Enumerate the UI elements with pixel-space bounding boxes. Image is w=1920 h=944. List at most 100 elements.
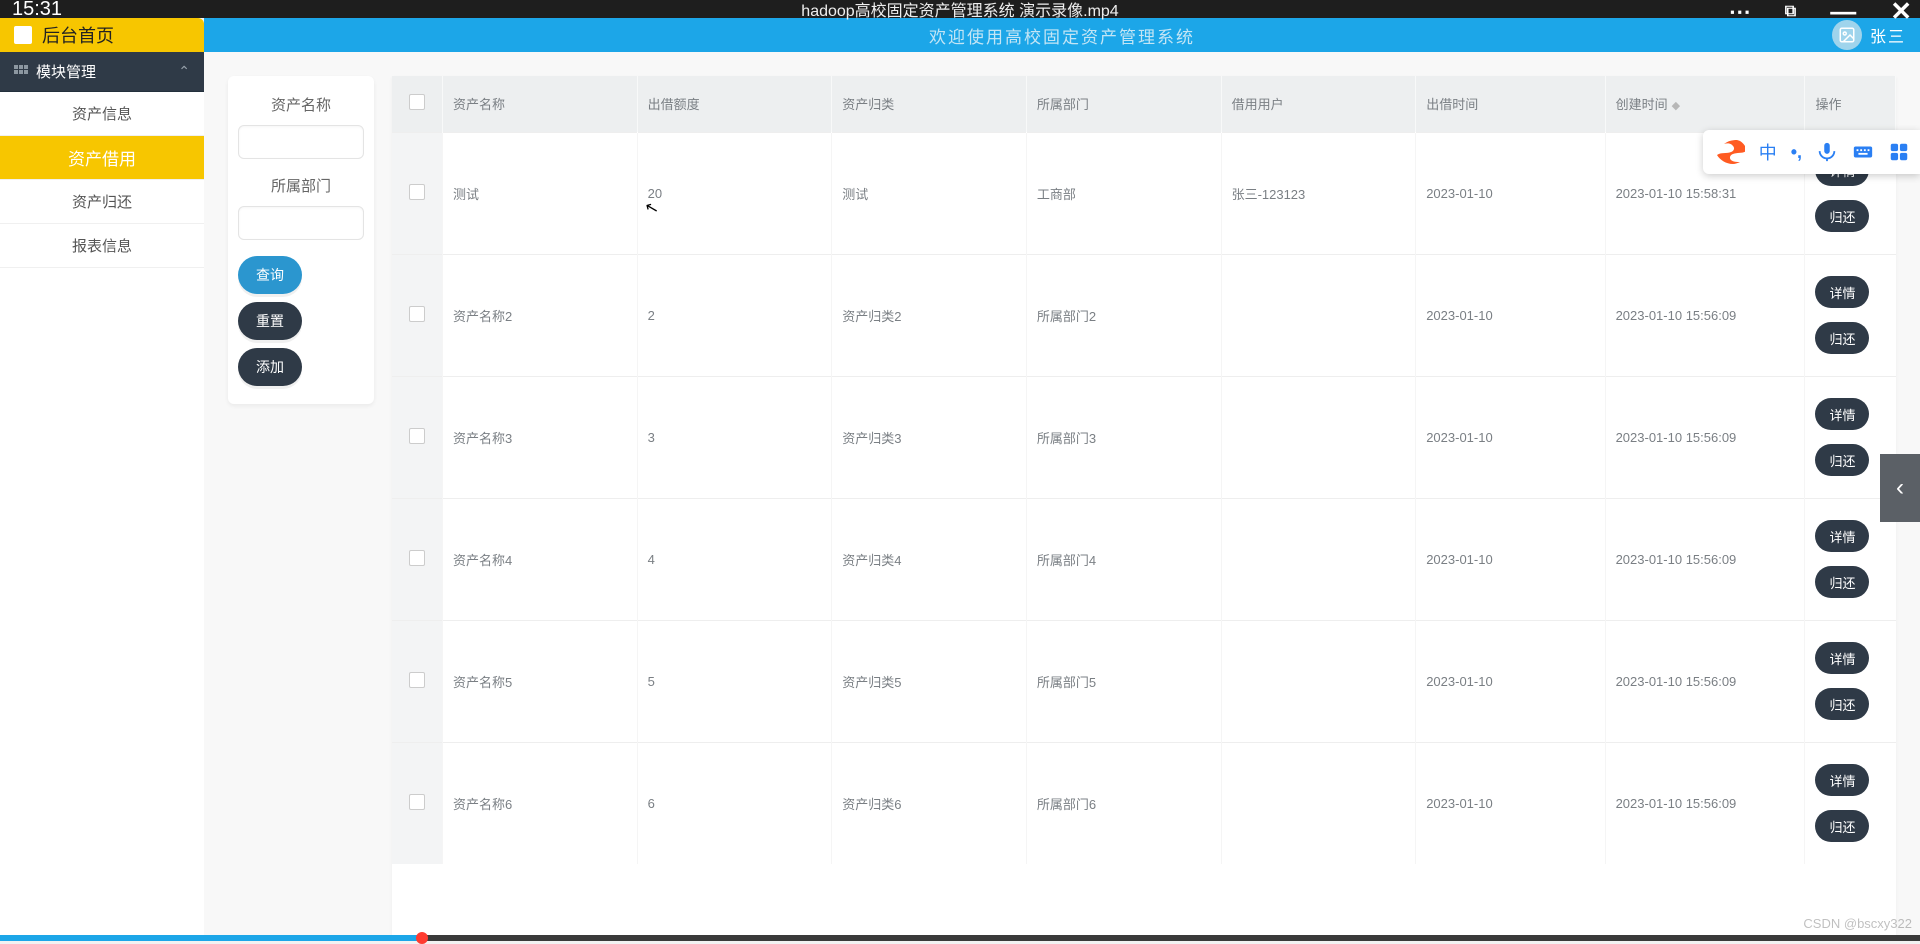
add-button[interactable]: 添加 [238,348,302,386]
cell-lend: 2023-01-10 [1416,620,1605,742]
cell-name: 资产名称6 [443,742,638,864]
cell-created: 2023-01-10 15:56:09 [1605,620,1805,742]
col-checkbox[interactable] [392,76,443,132]
cell-user [1221,376,1416,498]
watermark: CSDN @bscxy322 [1803,916,1912,931]
col-name[interactable]: 资产名称 [443,76,638,132]
return-button[interactable]: 归还 [1815,322,1869,354]
cell-created: 2023-01-10 15:56:09 [1605,742,1805,864]
cell-lend: 2023-01-10 [1416,254,1605,376]
cell-lend: 2023-01-10 [1416,498,1605,620]
cell-cat: 测试 [832,132,1027,254]
cell-dept: 所属部门3 [1026,376,1221,498]
sidebar-group-header[interactable]: 模块管理 ⌃ [0,52,204,92]
row-checkbox[interactable] [409,550,425,566]
col-dept[interactable]: 所属部门 [1026,76,1221,132]
sidebar-item-asset-return[interactable]: 资产归还 [0,180,204,224]
col-amount[interactable]: 出借额度 [637,76,832,132]
cell-created: 2023-01-10 15:56:09 [1605,254,1805,376]
sort-icon: ◆ [1672,100,1680,112]
side-drawer-handle[interactable]: ‹ [1880,454,1920,522]
home-tab-label: 后台首页 [42,22,114,48]
cell-cat: 资产归类3 [832,376,1027,498]
cell-dept: 工商部 [1026,132,1221,254]
cell-amount: 3 [637,376,832,498]
ime-toolbar[interactable]: 中 •, [1703,130,1920,174]
col-category[interactable]: 资产归类 [832,76,1027,132]
chevron-up-icon: ⌃ [178,63,190,80]
microphone-icon[interactable] [1816,141,1838,163]
sidebar-item-asset-borrow[interactable]: 资产借用 [0,136,204,180]
cell-dept: 所属部门5 [1026,620,1221,742]
app-frame: 后台首页 欢迎使用高校固定资产管理系统 张三 模块管理 ⌃ 资产信息 资产借用 … [0,18,1920,935]
cell-created: 2023-01-10 15:56:09 [1605,498,1805,620]
return-button[interactable]: 归还 [1815,810,1869,842]
row-checkbox[interactable] [409,428,425,444]
col-lend-time[interactable]: 出借时间 [1416,76,1605,132]
cell-dept: 所属部门2 [1026,254,1221,376]
cell-created: 2023-01-10 15:56:09 [1605,376,1805,498]
detail-button[interactable]: 详情 [1815,764,1869,796]
cell-amount: 2 [637,254,832,376]
return-button[interactable]: 归还 [1815,444,1869,476]
close-icon[interactable]: ✕ [1890,0,1912,27]
more-icon[interactable]: ⋯ [1729,0,1751,25]
return-button[interactable]: 归还 [1815,566,1869,598]
sidebar-item-report[interactable]: 报表信息 [0,224,204,268]
reset-button[interactable]: 重置 [238,302,302,340]
cell-amount: 20 [637,132,832,254]
detail-button[interactable]: 详情 [1815,520,1869,552]
cell-dept: 所属部门4 [1026,498,1221,620]
detail-button[interactable]: 详情 [1815,642,1869,674]
chevron-left-icon: ‹ [1896,474,1904,502]
return-button[interactable]: 归还 [1815,688,1869,720]
keyboard-icon[interactable] [1852,141,1874,163]
pip-icon[interactable]: ⧉ [1785,3,1796,21]
asset-name-input[interactable] [238,125,364,159]
detail-button[interactable]: 详情 [1815,398,1869,430]
video-progress-bar[interactable] [0,935,1920,941]
table-row: 测试20测试工商部张三-1231232023-01-102023-01-10 1… [392,132,1896,254]
col-user[interactable]: 借用用户 [1221,76,1416,132]
row-checkbox[interactable] [409,184,425,200]
player-title: hadoop高校固定资产管理系统 演示录像.mp4 [801,0,1118,21]
cell-name: 资产名称2 [443,254,638,376]
cell-name: 测试 [443,132,638,254]
row-checkbox[interactable] [409,672,425,688]
data-table: 资产名称 出借额度 资产归类 所属部门 借用用户 出借时间 创建时间◆ 操作 测… [392,76,1896,935]
row-checkbox[interactable] [409,306,425,322]
top-banner: 欢迎使用高校固定资产管理系统 张三 [204,18,1920,52]
video-player-bar: 15:31 hadoop高校固定资产管理系统 演示录像.mp4 ⋯ ⧉ — ✕ [0,0,1920,18]
detail-button[interactable]: 详情 [1815,276,1869,308]
minimize-icon[interactable]: — [1830,0,1856,27]
cell-cat: 资产归类2 [832,254,1027,376]
cell-amount: 6 [637,742,832,864]
row-checkbox[interactable] [409,794,425,810]
cell-user [1221,254,1416,376]
player-controls: ⋯ ⧉ — ✕ [1729,0,1912,27]
table-row: 资产名称66资产归类6所属部门62023-01-102023-01-10 15:… [392,742,1896,864]
sidebar-item-asset-info[interactable]: 资产信息 [0,92,204,136]
player-time: 15:31 [0,0,62,21]
cell-lend: 2023-01-10 [1416,376,1605,498]
ime-lang[interactable]: 中 [1759,139,1777,165]
grid-icon [14,65,28,79]
sidebar: 模块管理 ⌃ 资产信息 资产借用 资产归还 报表信息 [0,52,204,935]
dept-input[interactable] [238,206,364,240]
table-header-row: 资产名称 出借额度 资产归类 所属部门 借用用户 出借时间 创建时间◆ 操作 [392,76,1896,132]
table-row: 资产名称33资产归类3所属部门32023-01-102023-01-10 15:… [392,376,1896,498]
video-progress-fill [0,935,422,941]
table-row: 资产名称55资产归类5所属部门52023-01-102023-01-10 15:… [392,620,1896,742]
field-label-name: 资产名称 [238,94,364,115]
cell-dept: 所属部门6 [1026,742,1221,864]
apps-icon[interactable] [1888,141,1910,163]
cell-lend: 2023-01-10 [1416,132,1605,254]
home-tab[interactable]: 后台首页 [0,18,204,52]
return-button[interactable]: 归还 [1815,200,1869,232]
cell-user [1221,620,1416,742]
table-row: 资产名称22资产归类2所属部门2 2023-01-102023-01-10 15:… [392,254,1896,376]
ime-punct-icon[interactable]: •, [1791,142,1802,163]
col-created[interactable]: 创建时间◆ [1605,76,1805,132]
cell-user [1221,498,1416,620]
query-button[interactable]: 查询 [238,256,302,294]
